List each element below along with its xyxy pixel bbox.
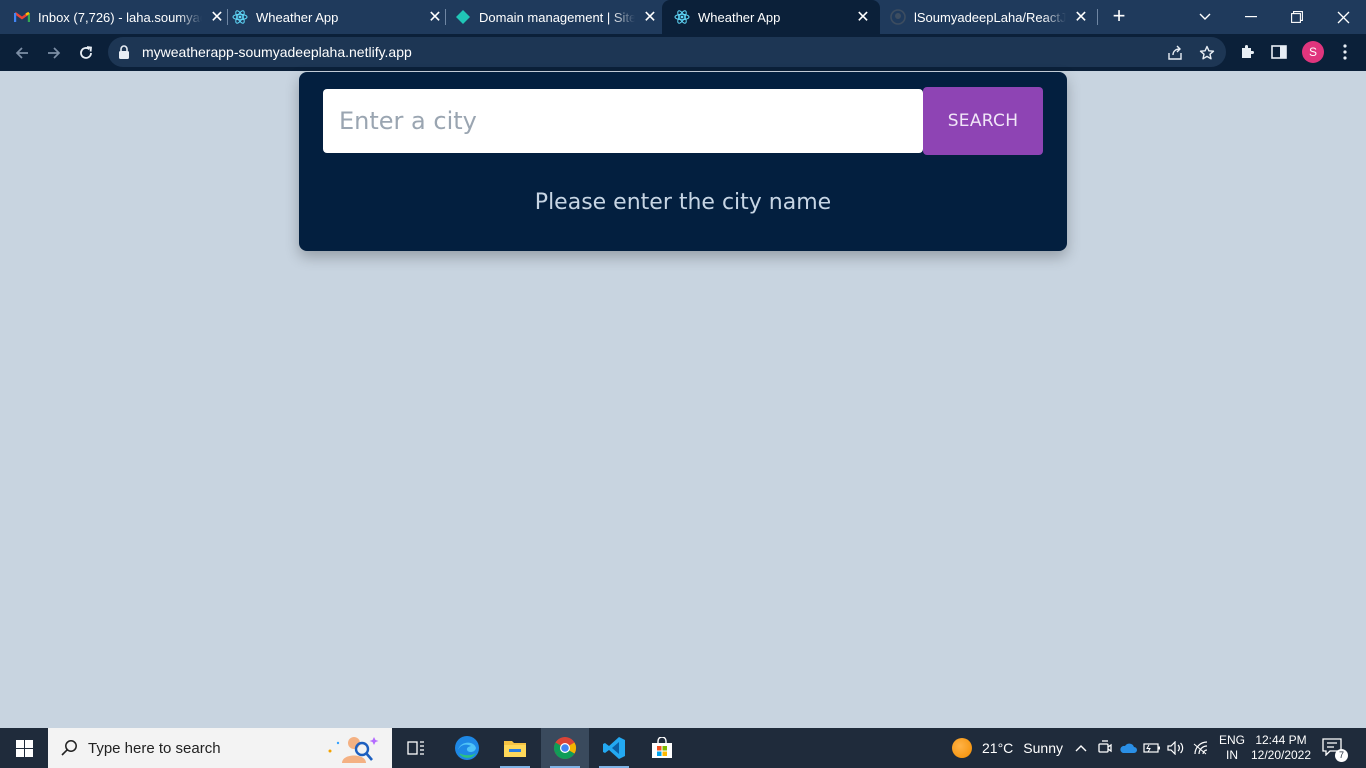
system-clock[interactable]: 12:44 PM 12/20/2022	[1248, 733, 1314, 763]
more-menu-icon[interactable]	[1335, 42, 1355, 62]
meet-now-icon[interactable]	[1096, 739, 1114, 757]
arrow-right-icon	[48, 47, 61, 59]
reload-button[interactable]	[74, 41, 98, 65]
windows-logo-icon	[15, 739, 33, 757]
close-window-button[interactable]	[1320, 0, 1366, 34]
input-language-indicator[interactable]: ENG IN	[1219, 733, 1245, 763]
url-text: myweatherapp-soumyadeeplaha.netlify.app	[142, 44, 412, 60]
search-highlight-illustration-icon	[324, 733, 380, 768]
react-icon	[232, 9, 248, 25]
start-button[interactable]	[0, 728, 48, 768]
tab-domain-management[interactable]: Domain management | Site settings ✕	[455, 0, 659, 34]
restore-icon	[1291, 11, 1303, 23]
tab-title: Domain management | Site settings	[479, 9, 635, 25]
close-tab-icon[interactable]: ✕	[854, 8, 872, 26]
github-icon	[890, 9, 906, 25]
search-card: SEARCH Please enter the city name	[299, 72, 1067, 251]
reload-icon	[80, 46, 92, 59]
share-icon[interactable]	[1166, 44, 1184, 62]
taskbar-search-placeholder: Type here to search	[88, 740, 221, 757]
tab-gmail-inbox[interactable]: Inbox (7,726) - laha.soumyadeep ✕	[14, 0, 226, 34]
weather-widget[interactable]: 21°C Sunny	[952, 728, 1063, 768]
close-tab-icon[interactable]: ✕	[426, 8, 444, 26]
search-icon	[60, 739, 78, 762]
taskbar-file-explorer[interactable]	[491, 728, 539, 768]
notification-center-button[interactable]: 7	[1322, 738, 1348, 762]
tab-title: Wheather App	[256, 9, 339, 25]
react-icon	[674, 9, 690, 25]
onedrive-cloud-icon[interactable]	[1119, 739, 1137, 757]
city-search-input[interactable]	[323, 89, 923, 153]
close-tab-icon[interactable]: ✕	[208, 8, 226, 26]
tab-title: Wheather App	[698, 9, 781, 25]
vscode-icon	[603, 737, 625, 759]
new-tab-button[interactable]: +	[1108, 5, 1130, 27]
minimize-button[interactable]	[1228, 0, 1274, 34]
clock-time: 12:44 PM	[1255, 733, 1307, 747]
battery-icon[interactable]	[1143, 739, 1161, 757]
bookmark-star-icon[interactable]	[1198, 44, 1216, 62]
language-code: ENG	[1219, 733, 1246, 747]
tab-divider	[1097, 9, 1098, 25]
taskbar-microsoft-store[interactable]	[638, 728, 686, 768]
netlify-icon	[455, 9, 471, 25]
lock-icon	[118, 45, 130, 64]
taskbar-search-box[interactable]: Type here to search	[48, 728, 392, 768]
weather-condition: Sunny	[1023, 740, 1063, 756]
search-button[interactable]: SEARCH	[923, 87, 1043, 155]
chrome-icon	[554, 737, 576, 759]
clock-date: 12/20/2022	[1250, 748, 1312, 762]
forward-button[interactable]	[42, 41, 66, 65]
wifi-icon[interactable]	[1192, 739, 1210, 757]
address-bar[interactable]: myweatherapp-soumyadeeplaha.netlify.app	[108, 37, 1226, 67]
chevron-up-icon[interactable]	[1072, 739, 1090, 757]
taskbar-vscode[interactable]	[590, 728, 638, 768]
side-panel-icon[interactable]	[1269, 42, 1289, 62]
tab-title: Inbox (7,726) - laha.soumyadeep	[38, 9, 202, 25]
extensions-icon[interactable]	[1237, 42, 1257, 62]
weather-temperature: 21°C	[982, 740, 1014, 756]
microsoft-store-icon	[652, 737, 672, 758]
minimize-icon	[1245, 16, 1257, 18]
tab-search-button[interactable]	[1182, 0, 1228, 34]
edge-icon	[455, 736, 479, 760]
task-view-icon	[407, 741, 424, 755]
tab-weather-app-active[interactable]: Wheather App ✕	[662, 0, 880, 34]
browser-toolbar: myweatherapp-soumyadeeplaha.netlify.app …	[0, 34, 1366, 71]
status-message: Please enter the city name	[534, 190, 832, 215]
close-icon	[1337, 11, 1349, 23]
taskbar-edge[interactable]	[443, 728, 491, 768]
speaker-volume-icon[interactable]	[1167, 739, 1185, 757]
tab-github-repo[interactable]: lSoumyadeepLaha/ReactJS_Weather ✕	[890, 0, 1090, 34]
close-tab-icon[interactable]: ✕	[641, 8, 659, 26]
tab-title: lSoumyadeepLaha/ReactJS_Weather	[914, 9, 1066, 25]
sunny-weather-icon	[952, 738, 972, 758]
back-button[interactable]	[10, 41, 34, 65]
restore-button[interactable]	[1274, 0, 1320, 34]
file-explorer-icon	[504, 741, 526, 757]
tab-divider	[227, 9, 228, 25]
tab-divider	[445, 9, 446, 25]
browser-tab-strip: Inbox (7,726) - laha.soumyadeep ✕ Wheath…	[0, 0, 1366, 34]
close-tab-icon[interactable]: ✕	[1072, 8, 1090, 26]
arrow-left-icon	[15, 47, 28, 59]
chevron-down-icon	[1199, 13, 1211, 20]
tab-weather-app[interactable]: Wheather App ✕	[232, 0, 444, 34]
gmail-icon	[14, 9, 30, 25]
taskbar-chrome[interactable]	[541, 728, 589, 768]
profile-avatar[interactable]: S	[1302, 41, 1324, 63]
notification-count-badge: 7	[1335, 749, 1348, 762]
region-code: IN	[1226, 748, 1238, 762]
windows-taskbar: Type here to search 21°C Sunny ENG IN 12…	[0, 728, 1366, 768]
taskbar-task-view[interactable]	[392, 728, 440, 768]
